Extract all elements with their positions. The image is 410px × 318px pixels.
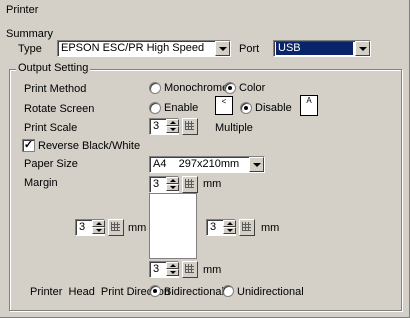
- keypad-icon[interactable]: [108, 219, 124, 236]
- margin-label: Margin: [24, 177, 58, 189]
- margin-left-stepper[interactable]: 3: [75, 219, 125, 236]
- enable-label[interactable]: Enable: [164, 102, 198, 114]
- spin-down-icon[interactable]: [223, 227, 236, 234]
- spin-down-icon[interactable]: [166, 126, 179, 133]
- margin-top-stepper[interactable]: 3: [149, 176, 199, 193]
- monochrome-radio[interactable]: [149, 82, 161, 94]
- reverse-bw-checkbox[interactable]: ✓: [22, 139, 35, 152]
- port-dropdown[interactable]: USB: [273, 40, 371, 57]
- print-scale-label: Print Scale: [24, 122, 78, 134]
- rotate-enable-icon: <: [215, 96, 233, 115]
- enable-radio[interactable]: [149, 102, 161, 114]
- chevron-down-icon[interactable]: [215, 41, 230, 56]
- paper-preview: [149, 193, 197, 259]
- window-title: Printer: [6, 4, 39, 16]
- keypad-icon[interactable]: [182, 261, 198, 278]
- paper-size-dropdown[interactable]: A4 297x210mm: [149, 156, 265, 173]
- spin-up-icon[interactable]: [92, 220, 105, 227]
- reverse-bw-label[interactable]: Reverse Black/White: [38, 140, 140, 152]
- keypad-icon[interactable]: [182, 176, 198, 193]
- paper-size-value: A4 297x210mm: [153, 158, 240, 170]
- unidirectional-radio[interactable]: [222, 285, 234, 297]
- rotate-screen-label: Rotate Screen: [24, 103, 95, 115]
- output-setting-title: Output Setting: [16, 62, 91, 74]
- margin-top-unit: mm: [203, 178, 222, 190]
- spin-down-icon[interactable]: [166, 269, 179, 276]
- print-scale-unit: Multiple: [215, 122, 253, 134]
- margin-right-unit: mm: [261, 222, 280, 234]
- keypad-icon[interactable]: [182, 118, 198, 135]
- rotate-disable-icon: A: [300, 95, 318, 116]
- print-scale-stepper[interactable]: 3: [149, 118, 199, 135]
- spin-up-icon[interactable]: [166, 119, 179, 126]
- port-label: Port: [239, 43, 260, 55]
- chevron-down-icon[interactable]: [249, 157, 264, 172]
- disable-label[interactable]: Disable: [255, 102, 292, 114]
- chevron-down-icon[interactable]: [355, 41, 370, 56]
- color-radio[interactable]: [224, 82, 236, 94]
- margin-bottom-stepper[interactable]: 3: [149, 261, 199, 278]
- spin-down-icon[interactable]: [92, 227, 105, 234]
- disable-radio[interactable]: [240, 102, 252, 114]
- port-value: USB: [276, 42, 353, 55]
- print-method-label: Print Method: [24, 83, 87, 95]
- type-dropdown[interactable]: EPSON ESC/PR High Speed: [57, 40, 231, 57]
- bidirectional-radio[interactable]: [149, 285, 161, 297]
- keypad-icon[interactable]: [239, 219, 255, 236]
- monochrome-label[interactable]: Monochrome: [164, 82, 228, 94]
- spin-up-icon[interactable]: [223, 220, 236, 227]
- type-value: EPSON ESC/PR High Speed: [61, 42, 205, 54]
- paper-size-label: Paper Size: [24, 158, 78, 170]
- margin-left-unit: mm: [128, 222, 147, 234]
- spin-up-icon[interactable]: [166, 262, 179, 269]
- type-label: Type: [18, 43, 42, 55]
- margin-right-stepper[interactable]: 3: [206, 219, 256, 236]
- margin-bottom-unit: mm: [203, 264, 222, 276]
- color-label[interactable]: Color: [239, 82, 265, 94]
- spin-up-icon[interactable]: [166, 177, 179, 184]
- unidirectional-label[interactable]: Unidirectional: [237, 286, 304, 298]
- spin-down-icon[interactable]: [166, 184, 179, 191]
- summary-label: Summary: [6, 28, 54, 40]
- bidirectional-label[interactable]: Bidirectional: [164, 286, 224, 298]
